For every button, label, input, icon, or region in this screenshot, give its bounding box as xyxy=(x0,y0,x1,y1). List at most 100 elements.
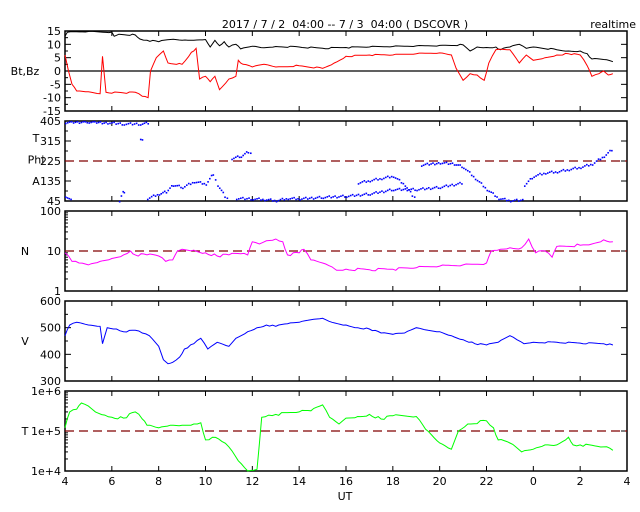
data-point-phi xyxy=(256,198,258,200)
data-point-phi xyxy=(537,174,539,176)
data-point-phi xyxy=(279,198,282,201)
data-point-phi xyxy=(437,187,440,190)
data-point-phi xyxy=(338,196,340,198)
data-point-phi xyxy=(441,186,444,189)
data-point-phi xyxy=(160,193,163,195)
data-point-phi xyxy=(76,121,79,123)
panel-speed: 300400500600V xyxy=(21,295,628,388)
data-point-phi xyxy=(66,121,69,124)
y-tick-label: 15 xyxy=(47,25,61,38)
data-point-phi xyxy=(506,199,508,202)
data-point-phi xyxy=(611,149,613,152)
data-point-phi xyxy=(431,187,434,190)
data-point-phi xyxy=(109,122,111,125)
data-point-phi xyxy=(65,122,67,125)
data-point-phi xyxy=(578,166,580,169)
data-point-phi xyxy=(424,163,427,166)
data-point-phi xyxy=(254,198,256,201)
data-point-phi xyxy=(381,178,383,181)
data-point-phi xyxy=(120,195,123,197)
x-tick-label: 10 xyxy=(199,475,213,488)
data-point-phi xyxy=(237,198,240,200)
data-point-phi xyxy=(269,198,272,200)
data-point-phi xyxy=(141,139,144,141)
realtime-label: realtime xyxy=(590,18,636,31)
data-point-phi xyxy=(478,181,481,183)
data-point-phi xyxy=(435,162,438,165)
data-point-phi xyxy=(141,123,144,125)
data-point-phi xyxy=(199,181,202,183)
data-point-phi xyxy=(570,168,573,171)
data-point-phi xyxy=(457,164,460,166)
y-tick-label: 405 xyxy=(40,115,61,128)
data-point-phi xyxy=(248,197,250,199)
data-point-phi xyxy=(117,122,119,125)
data-point-phi xyxy=(235,156,237,159)
data-point-phi xyxy=(488,190,491,193)
data-point-phi xyxy=(396,188,399,191)
data-point-phi xyxy=(86,121,89,124)
data-point-phi xyxy=(365,181,368,183)
data-point-phi xyxy=(558,170,561,173)
data-point-phi xyxy=(533,176,535,179)
data-point-phi xyxy=(203,182,206,185)
data-point-phi xyxy=(369,194,372,196)
y-axis-label: Phi xyxy=(28,154,45,167)
data-point-phi xyxy=(355,194,358,197)
data-point-phi xyxy=(95,122,98,124)
data-point-phi xyxy=(107,123,109,125)
data-point-phi xyxy=(589,163,592,166)
series-line-n xyxy=(64,237,613,272)
y-axis-label: T xyxy=(21,425,29,438)
data-point-phi xyxy=(172,185,175,187)
data-point-phi xyxy=(70,198,72,201)
data-point-phi xyxy=(396,178,399,180)
data-point-phi xyxy=(468,171,471,173)
data-point-phi xyxy=(609,149,611,152)
data-point-phi xyxy=(459,181,461,184)
data-point-phi xyxy=(455,183,457,186)
data-point-phi xyxy=(361,194,364,196)
data-point-phi xyxy=(379,191,381,193)
data-point-phi xyxy=(599,158,602,161)
data-point-phi xyxy=(369,180,372,183)
y-axis-label: V xyxy=(21,335,29,348)
data-point-phi xyxy=(465,168,467,171)
data-point-phi xyxy=(187,182,190,185)
x-tick-label: 0 xyxy=(530,475,537,488)
data-point-phi xyxy=(556,172,559,174)
data-point-phi xyxy=(176,184,179,187)
data-point-phi xyxy=(146,198,149,201)
data-point-phi xyxy=(426,187,428,190)
data-point-phi xyxy=(379,178,381,180)
data-point-phi xyxy=(252,199,254,201)
data-point-phi xyxy=(383,177,385,180)
data-point-phi xyxy=(412,187,414,190)
data-point-phi xyxy=(244,152,246,155)
data-point-phi xyxy=(451,162,454,164)
data-point-phi xyxy=(224,196,226,199)
data-point-phi xyxy=(170,185,173,187)
data-point-phi xyxy=(449,184,452,187)
data-point-phi xyxy=(125,123,128,126)
data-point-phi xyxy=(406,187,408,189)
data-point-phi xyxy=(328,195,331,197)
data-point-phi xyxy=(593,162,596,164)
data-point-phi xyxy=(568,169,571,172)
data-point-phi xyxy=(240,197,242,200)
y-tick-label: 1e+4 xyxy=(31,465,61,478)
data-point-phi xyxy=(482,185,485,188)
data-point-phi xyxy=(349,194,352,197)
data-point-phi xyxy=(262,198,264,201)
data-point-phi xyxy=(461,183,463,185)
data-point-phi xyxy=(342,194,344,197)
data-point-phi xyxy=(434,163,436,166)
data-point-phi xyxy=(363,180,366,182)
data-point-phi xyxy=(222,191,225,194)
data-point-phi xyxy=(129,122,132,124)
data-point-phi xyxy=(430,163,432,165)
data-point-phi xyxy=(346,196,348,199)
y-tick-label: 315 xyxy=(40,135,61,148)
data-point-phi xyxy=(264,199,266,202)
y-tick-label: 10 xyxy=(47,245,61,258)
